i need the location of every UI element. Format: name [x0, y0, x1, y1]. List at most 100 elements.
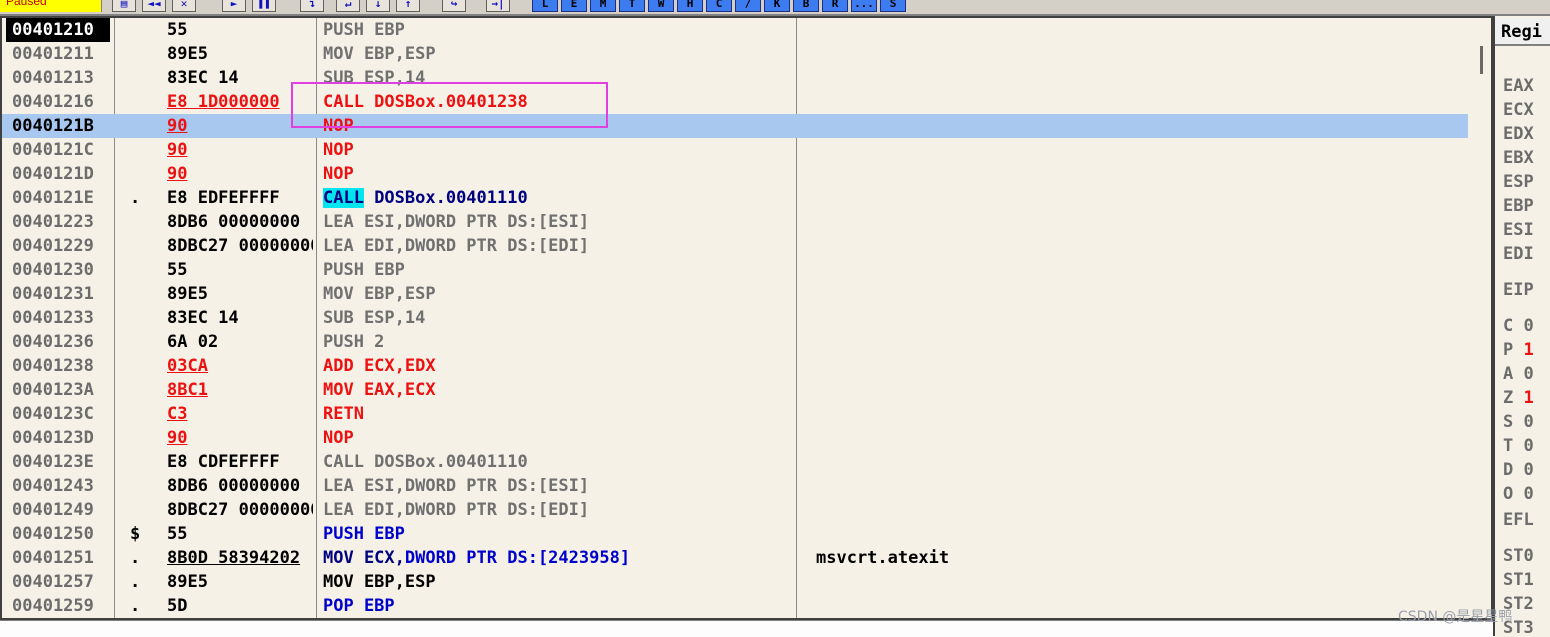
disasm-row[interactable]: 00401223 8DB6 00000000 LEA ESI,DWORD PTR D…: [2, 210, 1468, 234]
toolbar-button-icon[interactable]: ↴: [300, 0, 324, 12]
register-name[interactable]: EDI: [1503, 242, 1534, 266]
disasm-row[interactable]: 00401210 55 PUSH EBP: [2, 18, 1468, 42]
address-cell: 00401211: [12, 44, 94, 64]
register-name[interactable]: EIP: [1503, 278, 1534, 302]
info-pane[interactable]: [0, 620, 1493, 637]
toolbar-window-button[interactable]: C: [706, 0, 732, 12]
disasm-row[interactable]: 00401216 E8 1D000000 CALL DOSBox.00401238: [2, 90, 1468, 114]
comment-cell: [816, 450, 1416, 474]
disasm-row[interactable]: 0040123C C3 RETN: [2, 402, 1468, 426]
toolbar-window-button[interactable]: E: [561, 0, 587, 12]
disasm-row[interactable]: 00401229 8DBC27 00000000 LEA EDI,DWORD PTR…: [2, 234, 1468, 258]
toolbar-button-icon[interactable]: ►: [222, 0, 246, 12]
disasm-row[interactable]: 00401231 89E5 MOV EBP,ESP: [2, 282, 1468, 306]
register-name[interactable]: ESI: [1503, 218, 1534, 242]
disasm-row[interactable]: 00401211 89E5 MOV EBP,ESP: [2, 42, 1468, 66]
disasm-row[interactable]: 00401238 03CA ADD ECX,EDX: [2, 354, 1468, 378]
toolbar-window-button[interactable]: L: [532, 0, 558, 12]
disasm-row[interactable]: 00401249 8DBC27 00000000 LEA EDI,DWORD PTR…: [2, 498, 1468, 522]
flag-row[interactable]: S 0: [1503, 410, 1534, 434]
register-name[interactable]: EDX: [1503, 122, 1534, 146]
toolbar-window-button[interactable]: H: [677, 0, 703, 12]
fpu-register[interactable]: ST1: [1503, 568, 1534, 592]
disassembly-pane[interactable]: 00401210 55 PUSH EBP 00401211 89E5 MOV EBP,ES…: [0, 16, 1493, 620]
disasm-row[interactable]: 00401236 6A 02 PUSH 2: [2, 330, 1468, 354]
disasm-row[interactable]: 00401250 $55 PUSH EBP: [2, 522, 1468, 546]
toolbar-button-icon[interactable]: ✕: [172, 0, 196, 12]
disasm-row[interactable]: 00401213 83EC 14 SUB ESP,14: [2, 66, 1468, 90]
flag-row[interactable]: D 0: [1503, 458, 1534, 482]
disasm-row[interactable]: 0040121D 90 NOP: [2, 162, 1468, 186]
comment-cell: [816, 114, 1416, 138]
toolbar-button-icon[interactable]: ❚❚: [252, 0, 276, 12]
disasm-row[interactable]: 0040121B 90 NOP: [2, 114, 1468, 138]
address-cell: 0040121E: [12, 188, 94, 208]
marker-cell: .: [130, 596, 141, 616]
hex-bytes: 8DB6 00000000: [167, 212, 301, 232]
flag-row[interactable]: A 0: [1503, 362, 1534, 386]
toolbar-button-icon[interactable]: ↪: [442, 0, 466, 12]
registers-pane[interactable]: Regi EAX ECX EDX EBX ESP EBP ESI EDI EIP C 0P 1A …: [1493, 16, 1550, 636]
toolbar-window-button[interactable]: W: [648, 0, 674, 12]
disasm-row[interactable]: 0040121C 90 NOP: [2, 138, 1468, 162]
hex-bytes: 83EC 14: [167, 308, 239, 328]
toolbar-window-button[interactable]: /: [735, 0, 761, 12]
toolbar-button-icon[interactable]: ↑: [396, 0, 420, 12]
disasm-row[interactable]: 00401259. 5D POP EBP: [2, 594, 1468, 618]
hex-bytes: 8BC1: [167, 380, 208, 400]
marker-cell: [130, 114, 152, 138]
hex-cell: E8 CDFEFFFF: [167, 450, 313, 474]
fpu-register[interactable]: ST0: [1503, 544, 1534, 568]
hex-cell: 8B0D 58394202: [167, 546, 313, 570]
disasm-cell: MOV EBP,ESP: [323, 572, 436, 592]
toolbar-window-button[interactable]: ...: [851, 0, 877, 12]
flag-name: P: [1503, 340, 1514, 360]
disasm-row[interactable]: 00401230 55 PUSH EBP: [2, 258, 1468, 282]
marker-cell: [130, 330, 152, 354]
flag-row[interactable]: O 0: [1503, 482, 1534, 506]
disasm-row[interactable]: 0040123A 8BC1 MOV EAX,ECX: [2, 378, 1468, 402]
toolbar-button-icon[interactable]: →|: [486, 0, 510, 12]
toolbar-window-button[interactable]: K: [764, 0, 790, 12]
toolbar-window-button[interactable]: R: [822, 0, 848, 12]
register-name[interactable]: EBX: [1503, 146, 1534, 170]
comment-cell: [816, 210, 1416, 234]
marker-cell: [130, 306, 152, 330]
toolbar-window-button[interactable]: T: [619, 0, 645, 12]
scrollbar-thumb[interactable]: [1480, 46, 1483, 74]
toolbar-button-icon[interactable]: ↵: [336, 0, 360, 12]
flag-row[interactable]: C 0: [1503, 314, 1534, 338]
hex-bytes: 5D: [167, 596, 188, 616]
disasm-row[interactable]: 00401257. 89E5 MOV EBP,ESP: [2, 570, 1468, 594]
toolbar-window-button[interactable]: B: [793, 0, 819, 12]
flag-row[interactable]: Z 1: [1503, 386, 1534, 410]
disasm-row[interactable]: 0040123D 90 NOP: [2, 426, 1468, 450]
disasm-cell: CALL DOSBox.00401110: [323, 186, 795, 210]
marker-cell: [130, 426, 152, 450]
hex-bytes: 8B0D 58394202: [167, 548, 301, 568]
hex-bytes: E8 EDFEFFFF: [167, 188, 280, 208]
register-name[interactable]: ECX: [1503, 98, 1534, 122]
toolbar-button-icon[interactable]: ↓: [366, 0, 390, 12]
register-name[interactable]: EBP: [1503, 194, 1534, 218]
toolbar-button-icon[interactable]: ◄◄: [142, 0, 166, 12]
marker-cell: $: [130, 524, 141, 544]
disasm-row[interactable]: 00401243 8DB6 00000000 LEA ESI,DWORD PTR D…: [2, 474, 1468, 498]
register-name[interactable]: EAX: [1503, 74, 1534, 98]
address-cell: 00401250: [12, 524, 94, 544]
address-cell: 0040121C: [12, 140, 94, 160]
address-cell: 00401213: [12, 68, 94, 88]
disasm-row[interactable]: 0040121E. E8 EDFEFFFF CALL DOSBox.00401110: [2, 186, 1468, 210]
register-name[interactable]: ESP: [1503, 170, 1534, 194]
flag-row[interactable]: P 1: [1503, 338, 1534, 362]
toolbar-button-icon[interactable]: ▤: [112, 0, 136, 12]
flag-row[interactable]: T 0: [1503, 434, 1534, 458]
disasm-row[interactable]: 0040123E E8 CDFEFFFF CALL DOSBox.00401110: [2, 450, 1468, 474]
disasm-row[interactable]: 00401233 83EC 14 SUB ESP,14: [2, 306, 1468, 330]
register-efl[interactable]: EFL: [1503, 508, 1534, 532]
toolbar-window-button[interactable]: M: [590, 0, 616, 12]
disasm-row[interactable]: 00401251. 8B0D 58394202 MOV ECX,DWORD PTR …: [2, 546, 1468, 570]
address-cell: 00401257: [12, 572, 94, 592]
toolbar-window-button[interactable]: S: [880, 0, 906, 12]
hex-cell: E8 EDFEFFFF: [167, 186, 313, 210]
